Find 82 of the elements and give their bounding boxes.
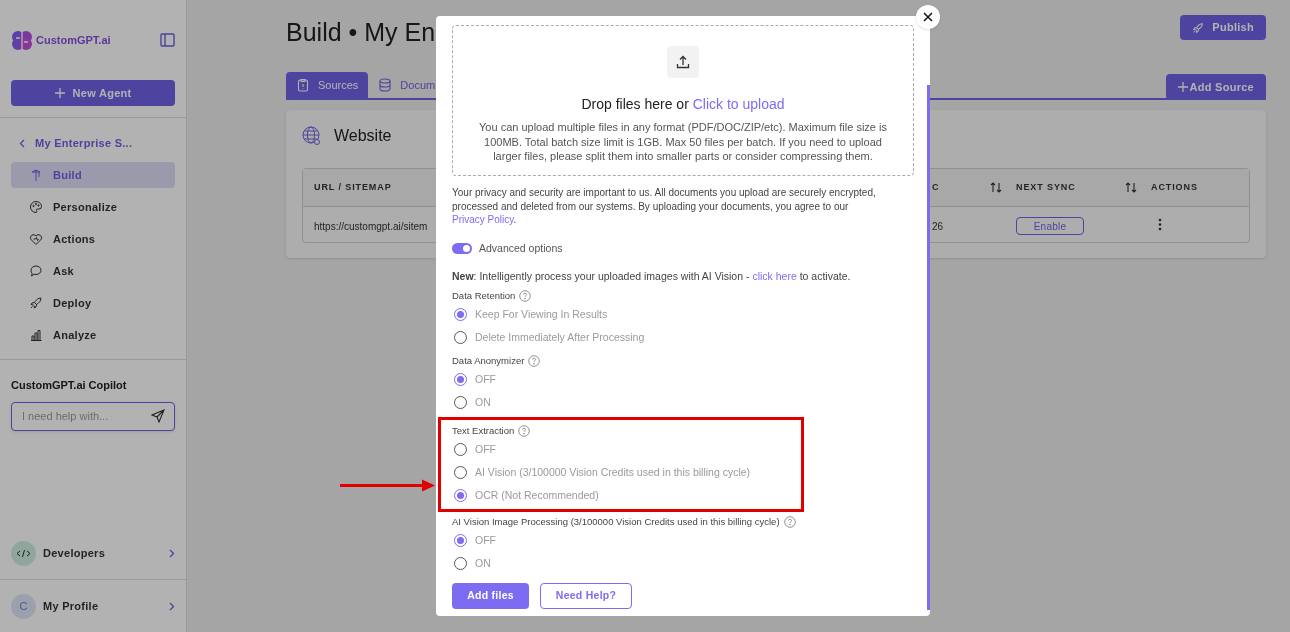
nav-item[interactable]: Actions	[11, 226, 175, 252]
privacy-notice: Your privacy and security are important to us. All documents you upload are securely encrypted, processed and deleted from our systems. By uploading your documents, you agree to our Privacy Policy.	[452, 186, 877, 227]
option-group-label: AI Vision Image Processing (3/100000 Vision Credits used in this billing cycle)	[452, 515, 780, 530]
option-label: OFF	[475, 441, 496, 457]
rocket-icon	[29, 296, 43, 310]
nav-item[interactable]: Ask	[11, 258, 175, 284]
column-header: ACTIONS	[1151, 180, 1198, 194]
help-icon[interactable]	[519, 290, 532, 303]
close-icon	[923, 12, 933, 22]
advanced-label: Advanced options	[479, 240, 563, 256]
scrollbar[interactable]	[927, 85, 930, 610]
help-icon[interactable]	[528, 355, 541, 368]
table-cell: 26	[932, 220, 944, 232]
column-header: NEXT SYNC	[1016, 180, 1076, 194]
rocket-icon	[1192, 21, 1205, 34]
nav-item[interactable]: Personalize	[11, 194, 175, 220]
tab[interactable]: Sources	[286, 72, 369, 98]
nav-item[interactable]: Deploy	[11, 290, 175, 316]
heart-icon	[29, 232, 43, 246]
help-icon[interactable]	[518, 425, 531, 438]
database-icon	[378, 78, 393, 92]
sidebar-toggle-icon[interactable]	[160, 33, 175, 47]
sort-icon[interactable]	[1125, 182, 1137, 193]
crane-icon	[29, 168, 43, 182]
clipboard-icon	[296, 78, 310, 92]
tab[interactable]: Docum	[368, 72, 446, 98]
privacy-link[interactable]: Privacy Policy	[452, 214, 514, 225]
drop-title: Drop files here or Click to upload	[581, 95, 785, 114]
developers-link[interactable]: Developers	[0, 535, 186, 571]
avatar: C	[11, 593, 36, 619]
sort-icon[interactable]	[990, 182, 1002, 193]
option-label: ON	[475, 394, 491, 410]
activate-link[interactable]: click here	[752, 269, 797, 282]
need-help-button[interactable]: Need Help?	[540, 583, 632, 610]
publish-button[interactable]: Publish	[1180, 15, 1266, 40]
chevron-right-icon	[169, 601, 175, 611]
back-link[interactable]: My Enterprise S...	[11, 132, 175, 154]
upload-icon	[667, 46, 699, 78]
option-label: ON	[475, 555, 491, 571]
send-icon[interactable]	[151, 408, 165, 423]
add-source-button[interactable]: Add Source	[1165, 74, 1266, 100]
copilot-input[interactable]: I need help with...	[11, 401, 175, 431]
ai-vision-notice: New: Intelligently process your uploaded images with AI Vision - click here to activate.	[452, 268, 852, 284]
drop-zone[interactable]	[452, 25, 914, 176]
more-options-icon[interactable]	[1158, 218, 1162, 231]
new-agent-button[interactable]: New Agent	[11, 80, 175, 106]
chat-icon	[29, 264, 43, 278]
copilot-title: CustomGPT.ai Copilot	[11, 378, 128, 393]
column-header: C	[932, 180, 940, 194]
profile-link[interactable]: C My Profile	[0, 580, 186, 632]
palette-icon	[29, 200, 43, 214]
bar-chart-icon	[29, 328, 43, 342]
globe-icon	[302, 126, 322, 146]
add-files-button[interactable]: Add files	[452, 583, 529, 610]
upload-link[interactable]: Click to upload	[692, 96, 785, 112]
logo-icon	[11, 29, 33, 51]
chevron-left-icon	[19, 138, 25, 148]
option-group-label: Text Extraction	[452, 424, 515, 439]
nav-item[interactable]: Analyze	[11, 322, 175, 348]
advanced-toggle[interactable]	[452, 243, 472, 254]
nav-item[interactable]: Build	[11, 162, 175, 188]
option-label: OCR (Not Recommended)	[475, 487, 599, 503]
card-title: Website	[334, 126, 392, 146]
logo-text: CustomGPT.ai	[36, 32, 111, 48]
option-label: AI Vision (3/100000 Vision Credits used in this billing cycle)	[475, 464, 751, 480]
close-button[interactable]	[916, 5, 940, 29]
help-icon[interactable]	[783, 516, 796, 529]
chevron-right-icon	[169, 548, 175, 558]
option-label: Keep For Viewing In Results	[475, 306, 608, 322]
upload-description: You can upload multiple files in any format (PDF/DOC/ZIP/etc). Maximum file size is 100MB. Total batch size limit is 1GB. Max 50 files per batch. If you need to upload larger files, please split them into smaller parts or consider compressing them.	[478, 120, 888, 164]
page-title: Build • My En	[286, 17, 436, 48]
option-label: Delete Immediately After Processing	[475, 329, 645, 345]
plus-icon	[54, 88, 65, 98]
code-avatar-icon	[11, 540, 36, 566]
option-label: OFF	[475, 371, 496, 387]
option-label: OFF	[475, 532, 496, 548]
column-header: URL / SITEMAP	[314, 180, 392, 194]
enable-button[interactable]: Enable	[1016, 217, 1084, 235]
table-cell: https://customgpt.ai/sitem	[314, 220, 428, 232]
plus-icon	[1177, 82, 1188, 92]
option-group-label: Data Anonymizer	[452, 354, 525, 369]
option-group-label: Data Retention	[452, 289, 516, 304]
